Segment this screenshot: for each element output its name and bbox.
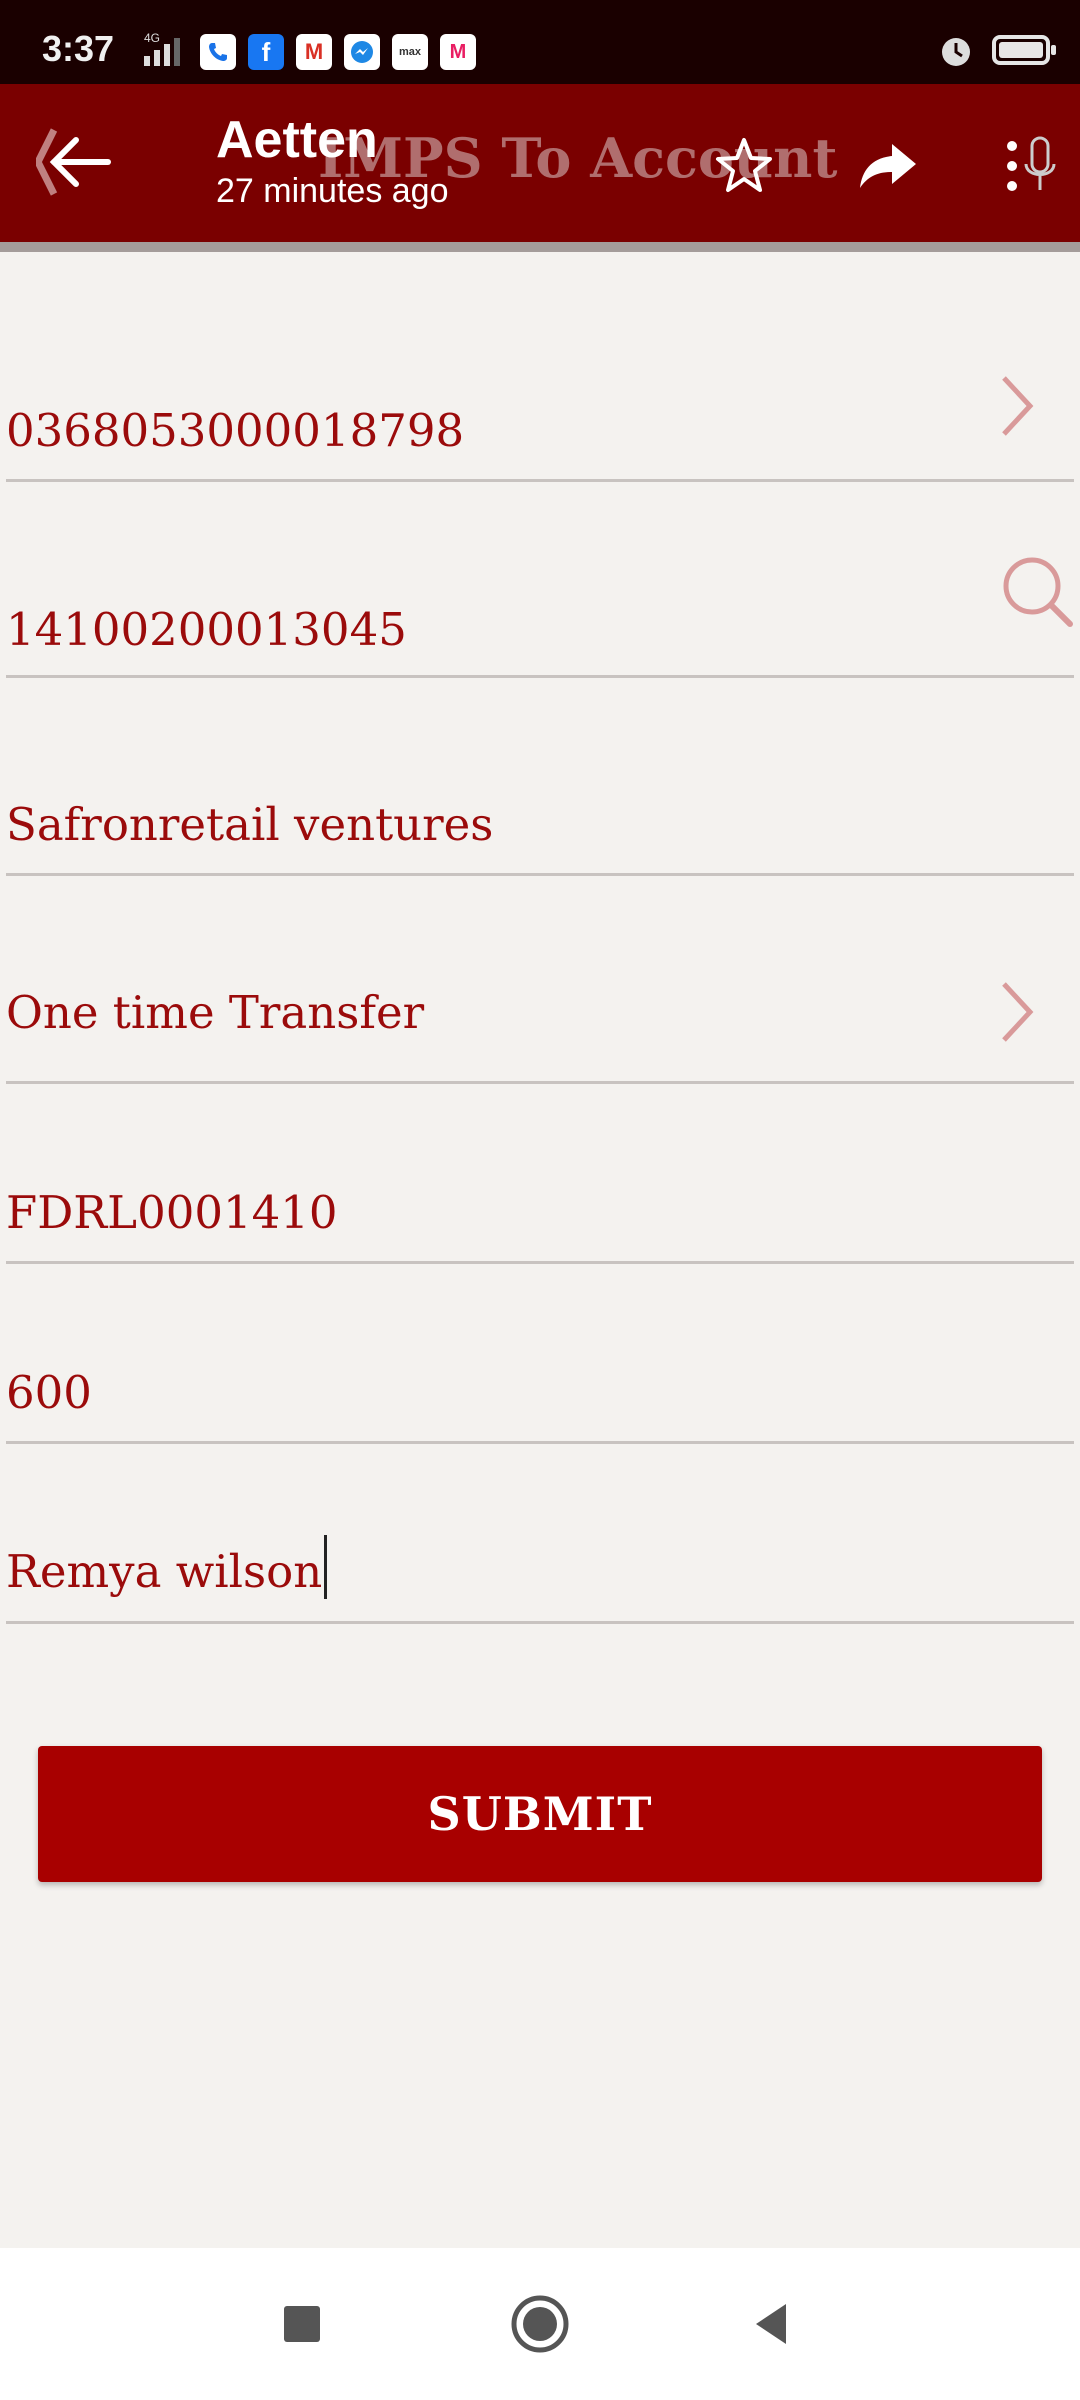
from-account-value: 0368053000018798 xyxy=(6,404,465,457)
beneficiary-name-field[interactable]: Safronretail ventures xyxy=(6,720,1074,876)
network-type-label: 4G xyxy=(144,31,160,45)
field-underline xyxy=(6,675,992,678)
amount-field[interactable]: 600 xyxy=(6,1310,1074,1444)
amount-value: 600 xyxy=(6,1366,92,1419)
header-shadow xyxy=(0,242,1080,252)
contact-name: Aetten xyxy=(216,111,378,169)
gmail-icon: M xyxy=(296,34,332,70)
back-arrow-icon[interactable] xyxy=(36,122,116,202)
alarm-icon xyxy=(942,38,970,66)
transfer-type-value: One time Transfer xyxy=(6,986,425,1039)
phone-icon xyxy=(200,34,236,70)
messenger-icon xyxy=(344,34,380,70)
remarks-field[interactable]: Remya wilson xyxy=(6,1490,1074,1624)
text-cursor xyxy=(324,1535,328,1599)
chevron-right-icon xyxy=(1002,982,1034,1042)
home-icon[interactable] xyxy=(508,2292,572,2356)
signal-icon: 4G xyxy=(144,31,180,66)
battery-icon xyxy=(992,35,1056,65)
search-icon[interactable] xyxy=(998,552,1074,628)
last-seen: 27 minutes ago xyxy=(216,172,449,210)
beneficiary-name-value: Safronretail ventures xyxy=(6,798,494,851)
beneficiary-account-value: 14100200013045 xyxy=(6,603,407,656)
status-bar: 3:37 4G f M max M xyxy=(0,0,1080,84)
facebook-icon: f xyxy=(248,34,284,70)
remarks-value: Remya wilson xyxy=(6,1545,323,1598)
submit-button[interactable]: SUBMIT xyxy=(38,1746,1042,1882)
max-icon: max xyxy=(392,34,428,70)
recent-apps-icon[interactable] xyxy=(270,2292,334,2356)
share-icon[interactable] xyxy=(856,134,920,198)
status-time: 3:37 xyxy=(42,28,115,69)
ifsc-value: FDRL0001410 xyxy=(6,1186,338,1239)
overflow-menu-icon[interactable] xyxy=(1000,134,1064,198)
back-nav-icon[interactable] xyxy=(744,2292,808,2356)
chevron-right-icon xyxy=(1002,376,1034,436)
ifsc-field[interactable]: FDRL0001410 xyxy=(6,1130,1074,1264)
transfer-type-field[interactable]: One time Transfer xyxy=(6,920,1074,1084)
beneficiary-account-field[interactable]: 14100200013045 xyxy=(6,520,1074,678)
submit-label: SUBMIT xyxy=(427,1787,653,1841)
myntra-icon: M xyxy=(440,34,476,70)
app-header: IMPS To Account Aetten 27 minutes ago xyxy=(0,84,1080,242)
from-account-field[interactable]: 0368053000018798 xyxy=(6,330,1074,482)
system-nav-bar xyxy=(0,2248,1080,2400)
field-underline-right xyxy=(990,675,1074,678)
star-icon[interactable] xyxy=(712,134,776,198)
chat-title-block: Aetten 27 minutes ago xyxy=(216,110,449,211)
remarks-container: Remya wilson xyxy=(6,1535,328,1599)
